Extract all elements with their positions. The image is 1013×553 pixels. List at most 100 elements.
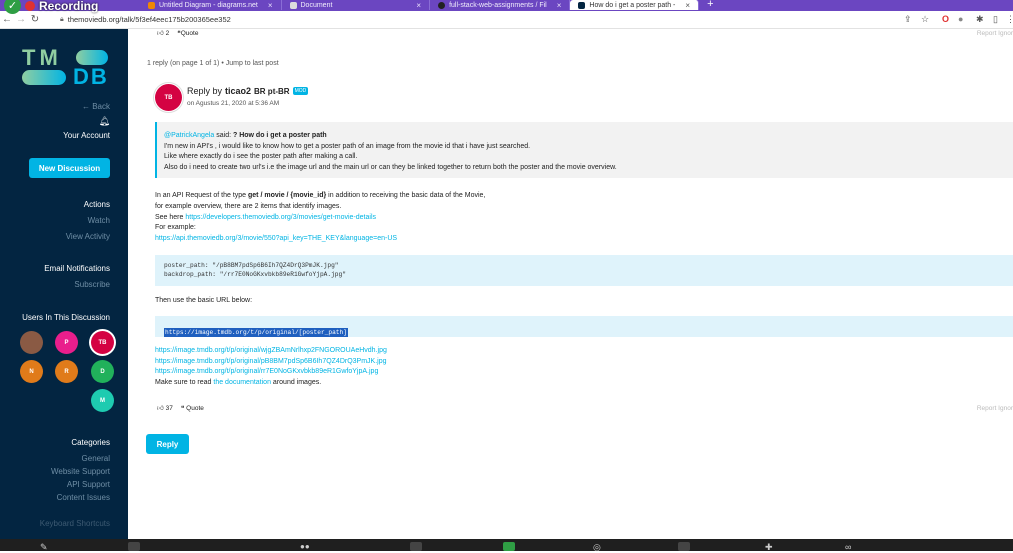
quoted-post: @PatrickAngela said: ? How do i get a po… <box>155 122 1013 178</box>
user-avatar[interactable]: P <box>55 331 78 354</box>
user-avatar[interactable]: N <box>20 360 43 383</box>
address-bar: ← → ↻ 🔒︎ themoviedb.org/talk/5f3ef4eec17… <box>0 11 1013 29</box>
user-avatar[interactable]: R <box>55 360 78 383</box>
apps-icon[interactable]: ✚ <box>765 542 773 552</box>
close-icon[interactable]: × <box>685 1 690 10</box>
recording-indicator: ✓ Recording <box>4 0 98 14</box>
thumbs-up-icon: 👍︎ <box>157 405 164 412</box>
close-icon[interactable]: × <box>416 1 421 10</box>
reactions-icon[interactable] <box>678 542 690 551</box>
image-links: https://image.tmdb.org/t/p/original/wjgZ… <box>155 347 387 386</box>
url-field[interactable]: 🔒︎ themoviedb.org/talk/5f3ef4eec175b2003… <box>60 15 231 24</box>
image-link[interactable]: https://image.tmdb.org/t/p/original/pB8B… <box>155 358 387 365</box>
discussion-thread: 👍︎ 2 ❝Quote Report Ignor 1 reply (on pag… <box>128 29 1013 539</box>
post-actions-bottom: 👍︎ 37 ❝ Quote <box>157 404 204 412</box>
author-avatar[interactable]: TB <box>155 84 182 111</box>
share-screen-icon[interactable] <box>503 542 515 551</box>
diagrams-icon <box>148 1 155 9</box>
report-ignore-links[interactable]: Report Ignor <box>977 405 1013 412</box>
quote-icon: ❝ <box>180 405 185 412</box>
category-link[interactable]: Website Support <box>51 467 110 476</box>
video-icon[interactable] <box>128 542 140 551</box>
lock-icon: 🔒︎ <box>60 15 64 23</box>
close-icon[interactable]: × <box>268 1 273 10</box>
bell-icon[interactable]: 🔔︎ <box>99 116 110 127</box>
mod-badge: MOD <box>292 87 309 95</box>
logo-pill <box>22 70 66 85</box>
sidepanel-icon[interactable]: ▯ <box>993 14 998 25</box>
menu-icon[interactable]: ⋮ <box>1006 14 1013 25</box>
extension-icon[interactable]: ● <box>958 14 963 24</box>
close-icon[interactable]: × <box>557 1 562 10</box>
actions-heading: Actions <box>83 200 110 209</box>
example-api-link[interactable]: https://api.themoviedb.org/3/movie/550?a… <box>155 235 397 242</box>
tab-diagrams[interactable]: Untitled Diagram - diagrams.net × <box>140 0 282 10</box>
keyboard-shortcuts-link[interactable]: Keyboard Shortcuts <box>40 519 110 528</box>
post-actions-top: 👍︎ 2 ❝Quote <box>157 29 198 37</box>
forward-arrow-icon[interactable]: → <box>14 14 28 25</box>
selected-base-url[interactable]: https://image.tmdb.org/t/p/original/[pos… <box>164 328 348 337</box>
github-icon <box>438 1 446 9</box>
star-icon[interactable]: ☆ <box>921 14 929 25</box>
author-name[interactable]: ticao2 <box>225 86 251 96</box>
tab-tmdb[interactable]: How do i get a poster path - × <box>570 0 700 10</box>
category-link[interactable]: General <box>82 454 110 463</box>
meeting-toolbar: ✎ ●● ◎ ✚ ∞ <box>0 539 1013 552</box>
docs-link[interactable]: https://developers.themoviedb.org/3/movi… <box>185 214 376 221</box>
image-link[interactable]: https://image.tmdb.org/t/p/original/wjgZ… <box>155 347 387 354</box>
quote-button[interactable]: ❝ Quote <box>181 404 204 412</box>
record-dot-icon <box>25 0 35 11</box>
view-activity-link[interactable]: View Activity <box>66 232 110 241</box>
quoted-author-link[interactable]: @PatrickAngela <box>164 132 214 139</box>
reply-count: 1 reply (on page 1 of 1) • Jump to last … <box>147 60 279 67</box>
reload-icon[interactable]: ↻ <box>28 14 42 25</box>
code-block: poster_path: "/pB8BM7pdSp6B6Ih7QZ4DrQ3Pm… <box>155 255 1013 286</box>
documentation-link[interactable]: the documentation <box>213 379 271 386</box>
record-icon[interactable]: ◎ <box>593 542 601 552</box>
users-heading: Users In This Discussion <box>22 313 110 322</box>
share-icon[interactable]: ⇪ <box>904 14 912 25</box>
user-avatar[interactable]: M <box>91 389 114 412</box>
post-body: In an API Request of the type get / movi… <box>155 192 486 243</box>
like-button[interactable]: 👍︎ 2 <box>157 29 169 37</box>
subscribe-link[interactable]: Subscribe <box>74 280 110 289</box>
base-url-code-block: https://image.tmdb.org/t/p/original/[pos… <box>155 316 1013 337</box>
chat-icon[interactable] <box>410 542 422 551</box>
user-avatar[interactable]: TB <box>91 331 114 354</box>
reply-button[interactable]: Reply <box>146 434 189 454</box>
back-arrow-icon[interactable]: ← <box>0 14 14 25</box>
browser-tab-strip: Untitled Diagram - diagrams.net × Documen… <box>0 0 1013 11</box>
logo-pill <box>76 50 108 65</box>
image-link[interactable]: https://image.tmdb.org/t/p/original/rr7E… <box>155 368 378 375</box>
user-avatar[interactable] <box>20 331 43 354</box>
author-flag: BR pt-BR <box>254 86 290 96</box>
reply-header: Reply by ticao2 BR pt-BR MOD <box>187 86 309 96</box>
category-link[interactable]: API Support <box>67 480 110 489</box>
thumbs-up-icon: 👍︎ <box>157 30 164 37</box>
tmdb-logo[interactable]: TM DB <box>19 45 109 89</box>
post-date: on Agustus 21, 2020 at 5:36 AM <box>187 100 280 107</box>
tab-document[interactable]: Document × <box>282 0 431 10</box>
categories-heading: Categories <box>71 438 110 447</box>
watch-link[interactable]: Watch <box>88 216 110 225</box>
your-account-link[interactable]: Your Account <box>63 131 110 140</box>
category-link[interactable]: Content Issues <box>57 493 110 502</box>
puzzle-icon[interactable]: ✱ <box>976 14 984 25</box>
participants-icon[interactable]: ●● <box>300 542 310 551</box>
back-link[interactable]: ← Back <box>82 102 110 111</box>
email-notifications-heading: Email Notifications <box>44 264 110 273</box>
base-url-intro: Then use the basic URL below: <box>155 297 253 304</box>
more-icon[interactable]: ∞ <box>845 542 851 552</box>
tab-github[interactable]: full-stack-web-assignments / Fil × <box>430 0 571 10</box>
opera-icon[interactable]: O <box>942 14 949 24</box>
user-avatar[interactable]: D <box>91 360 114 383</box>
new-discussion-button[interactable]: New Discussion <box>29 158 110 178</box>
mute-icon[interactable]: ✎ <box>40 542 48 552</box>
report-ignore-links[interactable]: Report Ignor <box>977 30 1013 37</box>
quote-button[interactable]: ❝Quote <box>177 29 198 37</box>
new-tab-button[interactable]: + <box>699 0 721 10</box>
sidebar: TM DB ← Back 🔔︎ Your Account New Discuss… <box>0 29 128 539</box>
check-icon: ✓ <box>4 0 21 14</box>
like-button[interactable]: 👍︎ 37 <box>157 404 173 412</box>
document-icon <box>289 1 297 9</box>
